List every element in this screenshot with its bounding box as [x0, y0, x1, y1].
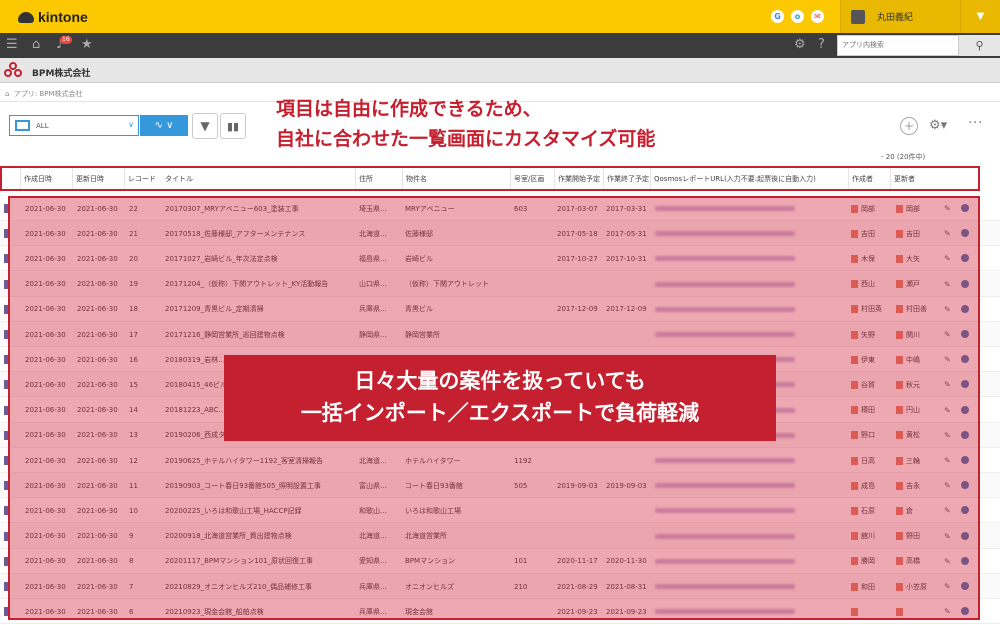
help-icon[interactable]: ?	[818, 38, 825, 52]
header-qosmos-url[interactable]: QosmosレポートURL(入力不要:起票後に自動入力)	[650, 168, 848, 189]
header-record[interactable]: レコード	[124, 168, 162, 189]
annotation-top: 項目は自由に作成できるため、 自社に合わせた一覧画面にカスタマイズ可能	[276, 94, 798, 154]
annotation-top-line-2: 自社に合わせた一覧画面にカスタマイズ可能	[276, 128, 656, 150]
space-name: BPM株式会社	[32, 69, 91, 79]
google-icon[interactable]: G	[771, 10, 784, 23]
header-start[interactable]: 作業開始予定	[554, 168, 603, 189]
graph-button[interactable]: ∿ ∨	[140, 115, 188, 136]
kintone-logo[interactable]: kintone	[18, 8, 88, 26]
ellipsis-icon: ···	[968, 116, 984, 131]
view-select[interactable]: ALL ∨	[9, 115, 139, 136]
annotation-banner-line-2: 一括インポート／エクスポートで負荷軽減	[300, 401, 700, 425]
cloud-icon	[18, 11, 34, 23]
avatar	[851, 9, 865, 24]
header-room[interactable]: 号室/区画	[510, 168, 554, 189]
annotation-top-line-1: 項目は自由に作成できるため、	[276, 98, 542, 120]
header-title[interactable]: タイトル	[162, 168, 355, 189]
header-created[interactable]: 作成日時	[20, 168, 72, 189]
star-icon[interactable]: ★	[81, 38, 93, 52]
annotation-banner: 日々大量の案件を扱っていても 一括インポート／エクスポートで負荷軽減	[224, 355, 776, 441]
table-header: 作成日時 更新日時 レコード タイトル 住所 物件名 号室/区画 作業開始予定 …	[0, 166, 980, 191]
space-logo-icon	[4, 62, 22, 77]
filter-icon: ▼	[200, 119, 210, 133]
header-end[interactable]: 作業終了予定	[603, 168, 650, 189]
breadcrumb-app[interactable]: アプリ: BPM株式会社	[14, 90, 83, 98]
view-name: ALL	[36, 121, 49, 130]
header-updated[interactable]: 更新日時	[72, 168, 124, 189]
user-menu[interactable]: 丸田義紀	[840, 0, 960, 33]
chevron-down-icon[interactable]: ▼	[960, 0, 1000, 33]
chevron-down-icon: ∨	[128, 120, 134, 129]
pagination-info: - 20 (20件中)	[881, 153, 926, 161]
search-input[interactable]	[837, 35, 959, 56]
plus-icon: +	[903, 119, 915, 133]
header-updater[interactable]: 更新者	[890, 168, 938, 189]
annotation-banner-line-1: 日々大量の案件を扱っていても	[354, 369, 646, 393]
gear-icon[interactable]: ⚙	[794, 38, 806, 52]
gear-icon: ⚙▾	[929, 118, 948, 133]
header-property[interactable]: 物件名	[402, 168, 510, 189]
logo-text: kintone	[38, 9, 88, 25]
user-name: 丸田義紀	[877, 13, 914, 23]
aggregate-button[interactable]: ▮▮	[220, 113, 246, 139]
search-icon[interactable]: ⚲	[959, 35, 1000, 56]
mail-icon[interactable]: ✉	[811, 10, 824, 23]
service-icon[interactable]: o	[791, 10, 804, 23]
graph-icon: ∿ ∨	[154, 120, 174, 131]
top-icons: G o ✉	[771, 10, 824, 23]
app-settings-button[interactable]: ⚙▾	[929, 118, 947, 133]
bar-chart-icon: ▮▮	[226, 119, 240, 133]
space-header	[0, 58, 1000, 83]
notification-badge: 16	[60, 36, 72, 44]
table-view-icon	[15, 120, 30, 131]
home-icon[interactable]: ⌂	[32, 38, 40, 52]
breadcrumb[interactable]: ⌂ アプリ: BPM株式会社	[5, 89, 83, 99]
more-options-button[interactable]: ···	[968, 116, 983, 131]
add-record-button[interactable]: +	[900, 117, 918, 135]
menu-icon[interactable]: ☰	[6, 38, 18, 52]
header-address[interactable]: 住所	[355, 168, 402, 189]
filter-button[interactable]: ▼	[192, 113, 218, 139]
header-creator[interactable]: 作成者	[848, 168, 890, 189]
